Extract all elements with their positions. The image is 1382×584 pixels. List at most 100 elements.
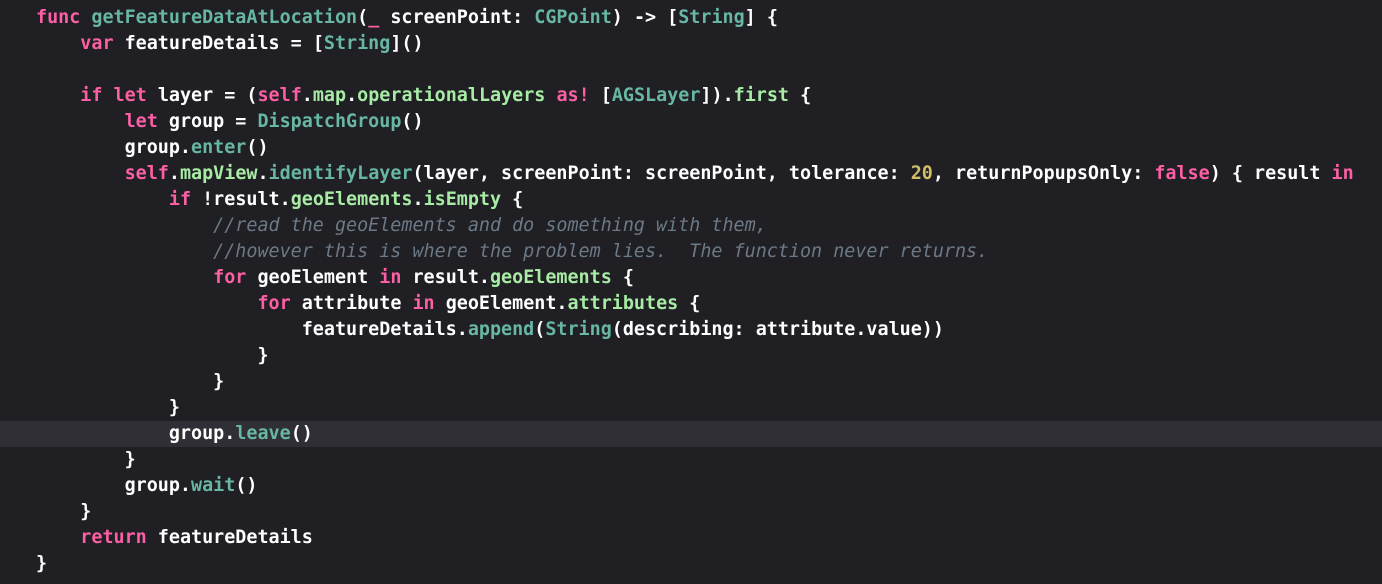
code-text: . bbox=[168, 163, 180, 184]
code-line[interactable] bbox=[0, 57, 1382, 83]
code-line[interactable]: var featureDetails = [String]() bbox=[0, 31, 1382, 57]
function-name: getFeatureDataAtLocation bbox=[91, 7, 358, 28]
code-text: { bbox=[678, 293, 701, 314]
code-line[interactable]: let group = DispatchGroup() bbox=[0, 109, 1382, 135]
keyword: var bbox=[80, 33, 114, 54]
code-line[interactable]: if let layer = (self.map.operationalLaye… bbox=[0, 83, 1382, 109]
code-text: . bbox=[346, 85, 358, 106]
keyword: self bbox=[124, 163, 169, 184]
code-text: ]). bbox=[700, 85, 734, 106]
code-text: featureDetails = [ bbox=[113, 33, 324, 54]
keyword: for bbox=[257, 293, 291, 314]
code-text: } bbox=[36, 345, 269, 366]
code-text: screenPoint: bbox=[379, 7, 535, 28]
code-text: () bbox=[235, 475, 258, 496]
code-text: { bbox=[611, 267, 634, 288]
type-name: CGPoint bbox=[534, 7, 612, 28]
code-text: group. bbox=[36, 423, 236, 444]
function-name: identifyLayer bbox=[268, 163, 413, 184]
keyword: self bbox=[257, 85, 302, 106]
code-text: ] { bbox=[744, 7, 778, 28]
code-line[interactable]: return featureDetails bbox=[0, 525, 1382, 551]
comment: //read the geoElements and do something … bbox=[213, 215, 767, 236]
code-text: ]() bbox=[390, 33, 424, 54]
property: geoElements bbox=[489, 267, 612, 288]
code-line[interactable]: if !result.geoElements.isEmpty { bbox=[0, 187, 1382, 213]
code-text: (describing: attribute.value)) bbox=[611, 319, 944, 340]
type-name: AGSLayer bbox=[611, 85, 701, 106]
type-name: DispatchGroup bbox=[257, 111, 402, 132]
property: first bbox=[733, 85, 790, 106]
code-line[interactable]: group.wait() bbox=[0, 473, 1382, 499]
code-text: layer = ( bbox=[146, 85, 258, 106]
code-text: featureDetails bbox=[146, 527, 313, 548]
code-line[interactable]: } bbox=[0, 499, 1382, 525]
code-line[interactable]: } bbox=[0, 551, 1382, 577]
code-text: , returnPopupsOnly: bbox=[932, 163, 1155, 184]
code-line[interactable]: } bbox=[0, 447, 1382, 473]
code-text: { bbox=[501, 189, 524, 210]
code-text: } bbox=[36, 501, 92, 522]
function-name: wait bbox=[191, 475, 236, 496]
property: mapView bbox=[179, 163, 258, 184]
type-name: String bbox=[678, 7, 745, 28]
type-name: String bbox=[545, 319, 612, 340]
code-line[interactable]: group.leave() bbox=[0, 421, 1382, 447]
code-line[interactable]: func getFeatureDataAtLocation(_ screenPo… bbox=[0, 5, 1382, 31]
keyword: false bbox=[1154, 163, 1210, 184]
code-text: . bbox=[412, 189, 424, 210]
function-name: enter bbox=[191, 137, 247, 158]
code-text: geoElement bbox=[246, 267, 380, 288]
code-text: { bbox=[789, 85, 812, 106]
code-text: attribute bbox=[290, 293, 413, 314]
code-line[interactable]: } bbox=[0, 395, 1382, 421]
code-text: () bbox=[401, 111, 424, 132]
code-line[interactable]: } bbox=[0, 343, 1382, 369]
property: attributes bbox=[567, 293, 679, 314]
property: operationalLayers bbox=[357, 85, 546, 106]
function-name: leave bbox=[235, 423, 291, 444]
code-text: ) -> [ bbox=[611, 7, 679, 28]
code-text: () bbox=[246, 137, 269, 158]
code-editor[interactable]: func getFeatureDataAtLocation ( _ screenPo… bbox=[0, 0, 1382, 584]
code-text: [ bbox=[589, 85, 612, 106]
keyword: func bbox=[36, 7, 81, 28]
code-line[interactable]: for attribute in geoElement.attributes { bbox=[0, 291, 1382, 317]
function-name: append bbox=[467, 319, 535, 340]
code-line[interactable]: featureDetails.append(String(describing:… bbox=[0, 317, 1382, 343]
code-line[interactable]: //however this is where the problem lies… bbox=[0, 239, 1382, 265]
keyword: if bbox=[168, 189, 192, 210]
keyword: let bbox=[124, 111, 158, 132]
code-text: } bbox=[36, 397, 180, 418]
keyword: in bbox=[379, 267, 402, 288]
code-text: featureDetails. bbox=[36, 319, 468, 340]
code-text: (layer, screenPoint: screenPoint, tolera… bbox=[412, 163, 911, 184]
code-line[interactable]: //read the geoElements and do something … bbox=[0, 213, 1382, 239]
code-text: ( bbox=[534, 319, 546, 340]
keyword: _ bbox=[368, 7, 380, 28]
code-text: } bbox=[36, 371, 225, 392]
property: isEmpty bbox=[423, 189, 502, 210]
keyword: if bbox=[80, 85, 103, 106]
code-text: geoElement. bbox=[434, 293, 568, 314]
code-text: ) { result bbox=[1209, 163, 1332, 184]
code-line[interactable]: } bbox=[0, 369, 1382, 395]
keyword: for bbox=[213, 267, 247, 288]
code-text: !result. bbox=[191, 189, 291, 210]
code-line[interactable]: group.enter() bbox=[0, 135, 1382, 161]
code-line[interactable]: self.mapView.identifyLayer(layer, screen… bbox=[0, 161, 1382, 187]
code-line[interactable]: for geoElement in result.geoElements { bbox=[0, 265, 1382, 291]
keyword: let bbox=[113, 85, 147, 106]
code-text: . bbox=[301, 85, 313, 106]
